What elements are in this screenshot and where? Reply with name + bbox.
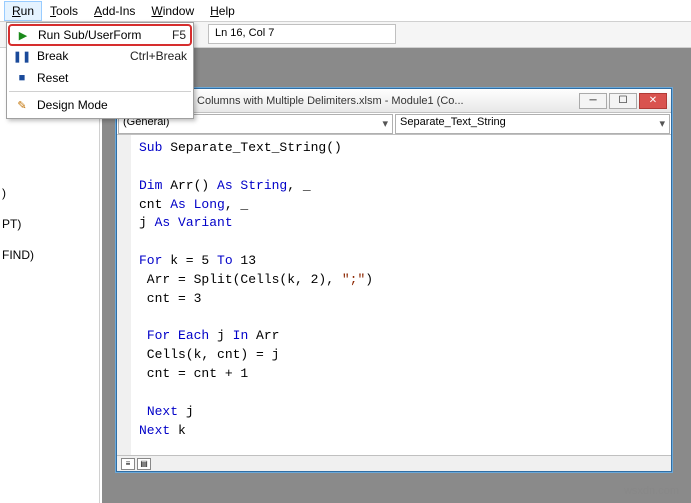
full-module-view-icon[interactable]: ▤ [137, 458, 151, 470]
run-dropdown: ▶ Run Sub/UserForm F5 ❚❚ Break Ctrl+Brea… [6, 22, 194, 119]
menu-run[interactable]: Run [4, 1, 42, 21]
cursor-position: Ln 16, Col 7 [208, 24, 396, 44]
menu-item-label: Break [37, 49, 122, 63]
menu-window[interactable]: Window [143, 1, 202, 21]
pause-icon: ❚❚ [13, 48, 31, 64]
code-window-titlebar[interactable]: ting Text to Columns with Multiple Delim… [117, 89, 671, 113]
reset-icon: ■ [13, 70, 31, 86]
menu-item-reset[interactable]: ■ Reset [9, 67, 191, 89]
tree-fragment: FIND) [0, 240, 99, 271]
tree-fragment: PT) [0, 209, 99, 240]
menu-item-label: Design Mode [37, 98, 187, 112]
maximize-button[interactable]: ☐ [609, 93, 637, 109]
menu-item-label: Reset [37, 71, 187, 85]
code-window: ting Text to Columns with Multiple Delim… [116, 88, 672, 472]
tree-fragment: ) [0, 178, 99, 209]
minimize-button[interactable]: ─ [579, 93, 607, 109]
close-button[interactable]: ✕ [639, 93, 667, 109]
menu-item-shortcut: F5 [172, 28, 186, 42]
menu-tools[interactable]: Tools [42, 1, 86, 21]
menu-addins[interactable]: Add-Ins [86, 1, 143, 21]
code-combo-row: (General) Separate_Text_String [117, 113, 671, 135]
menu-item-shortcut: Ctrl+Break [130, 49, 187, 63]
view-selector-bar: ≡ ▤ [117, 455, 671, 471]
watermark: wsxdn.com [624, 485, 679, 497]
design-icon: ✎ [13, 97, 31, 113]
menu-item-design-mode[interactable]: ✎ Design Mode [9, 94, 191, 116]
menu-item-run-sub[interactable]: ▶ Run Sub/UserForm F5 [8, 24, 192, 46]
play-icon: ▶ [14, 27, 32, 43]
code-editor[interactable]: Sub Separate_Text_String() Dim Arr() As … [117, 135, 671, 455]
menu-item-break[interactable]: ❚❚ Break Ctrl+Break [9, 45, 191, 67]
menu-bar: Run Tools Add-Ins Window Help [0, 0, 691, 22]
menu-item-label: Run Sub/UserForm [38, 28, 164, 42]
window-title: ting Text to Columns with Multiple Delim… [141, 95, 579, 107]
menu-help[interactable]: Help [202, 1, 243, 21]
procedure-combo[interactable]: Separate_Text_String [395, 114, 670, 134]
procedure-view-icon[interactable]: ≡ [121, 458, 135, 470]
